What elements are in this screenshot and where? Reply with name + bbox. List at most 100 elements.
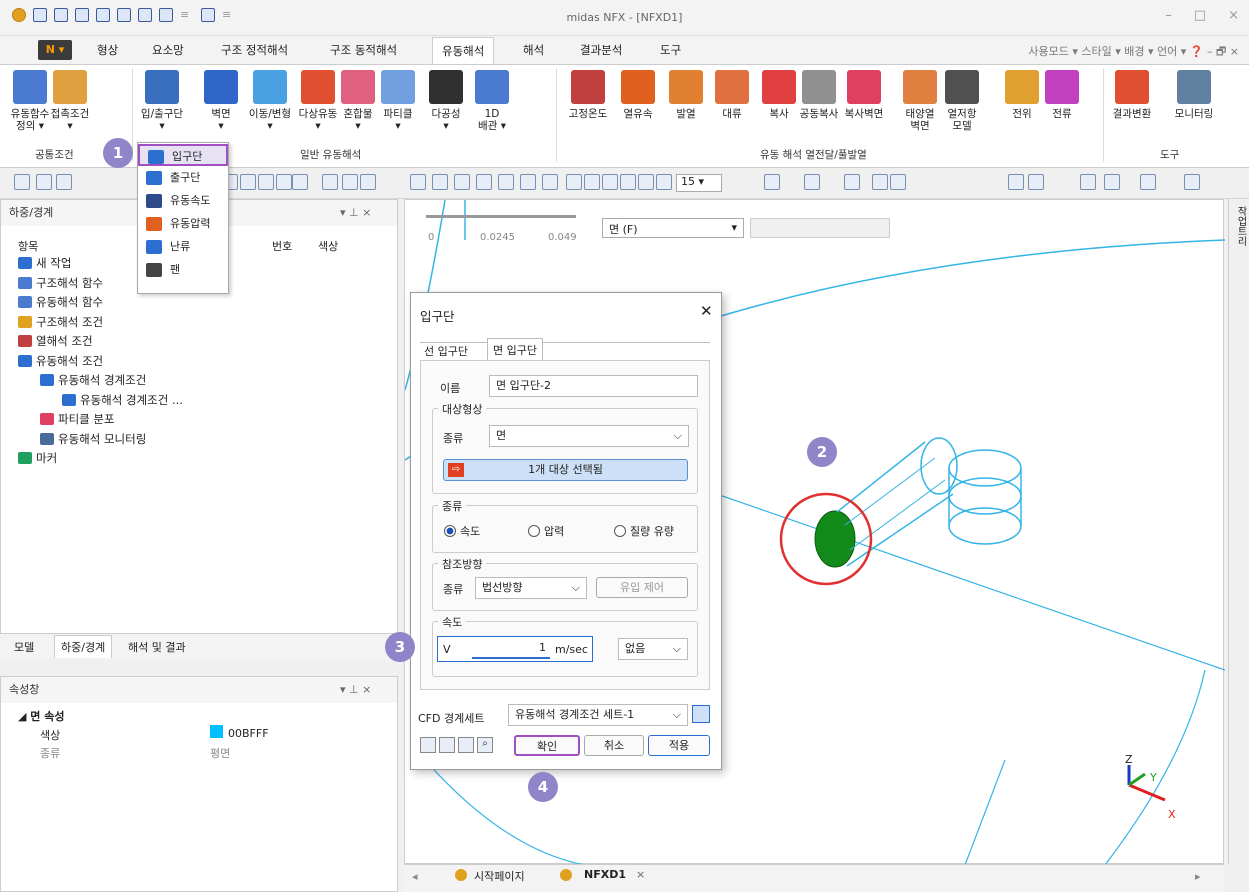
menu-right-options[interactable]: 사용모드 ▾ 스타일 ▾ 배경 ▾ 언어 ▾ ❓ – 🗗 × bbox=[1028, 43, 1239, 62]
tab-start-page[interactable]: 시작페이지 bbox=[474, 868, 525, 884]
velocity-function-select[interactable]: 없음 ⌵ bbox=[618, 638, 688, 660]
search-icon[interactable]: ⌕ bbox=[477, 737, 493, 753]
toolbar-tool-icon[interactable] bbox=[14, 174, 30, 190]
toolbar-tool-icon[interactable] bbox=[890, 174, 906, 190]
dropdown-item[interactable]: 팬 bbox=[138, 259, 228, 281]
velocity-input[interactable]: 1 bbox=[472, 641, 550, 659]
toolbar-tool-icon[interactable] bbox=[498, 174, 514, 190]
tree-item[interactable]: 열해석 조건 bbox=[18, 333, 93, 349]
select-target-button[interactable]: ⇨ 1개 대상 선택됨 bbox=[443, 459, 688, 481]
ribbon-button-20[interactable]: 전류 bbox=[1040, 70, 1084, 120]
tab-load-boundary[interactable]: 하중/경계 bbox=[54, 635, 113, 658]
ref-direction-select[interactable]: 법선방향 ⌵ bbox=[475, 577, 587, 599]
ribbon-button-17[interactable]: 태양열 벽면 bbox=[898, 70, 942, 132]
ribbon-button-9[interactable]: 1D 배관 ▾ bbox=[470, 70, 514, 132]
ribbon-button-11[interactable]: 열유속 bbox=[616, 70, 660, 120]
toolbar-tool-icon[interactable] bbox=[476, 174, 492, 190]
toolbar-tool-icon[interactable] bbox=[1140, 174, 1156, 190]
toolbar-tool-icon[interactable] bbox=[454, 174, 470, 190]
toolbar-tool-icon[interactable] bbox=[56, 174, 72, 190]
cfd-set-select[interactable]: 유동해석 경계조건 세트-1 ⌵ bbox=[508, 704, 688, 726]
tree-item[interactable]: 유동해석 경계조건 bbox=[40, 372, 146, 388]
ribbon-button-16[interactable]: 복사벽면 bbox=[842, 70, 886, 120]
ribbon-button-0[interactable]: 유동함수 정의 ▾ bbox=[8, 70, 52, 132]
toolbar-tool-icon[interactable] bbox=[520, 174, 536, 190]
tree-item[interactable]: 유동해석 경계조건 ... bbox=[62, 392, 183, 408]
ribbon-button-15[interactable]: 공동복사 bbox=[797, 70, 841, 120]
ribbon-button-12[interactable]: 발열 bbox=[664, 70, 708, 120]
tab-doc[interactable]: NFXD1 bbox=[584, 868, 626, 881]
tab-results[interactable]: 결과분석 bbox=[580, 42, 622, 58]
toolbar-tool-icon[interactable] bbox=[292, 174, 308, 190]
shape-type-select[interactable]: 면 ⌵ bbox=[489, 425, 689, 447]
tab-analysis-results[interactable]: 해석 및 결과 bbox=[128, 639, 186, 655]
ok-button[interactable]: 확인 bbox=[514, 735, 580, 756]
tab-face-inlet[interactable]: 면 입구단 bbox=[487, 338, 543, 362]
toolbar-tool-icon[interactable] bbox=[566, 174, 582, 190]
toolbar-tool-icon[interactable] bbox=[240, 174, 256, 190]
ribbon-button-21[interactable]: 결과변환 bbox=[1110, 70, 1154, 120]
cancel-button[interactable]: 취소 bbox=[584, 735, 644, 756]
toolbar-tool-icon[interactable] bbox=[276, 174, 292, 190]
filter-dropdown[interactable] bbox=[750, 218, 890, 238]
toolbar-tool-icon[interactable] bbox=[804, 174, 820, 190]
tree-item[interactable]: 구조해석 조건 bbox=[18, 314, 103, 330]
dialog-close-button[interactable]: ✕ bbox=[700, 302, 713, 320]
tab-model[interactable]: 모델 bbox=[14, 639, 34, 655]
tab-mesh[interactable]: 요소망 bbox=[152, 42, 184, 58]
toolbar-tool-icon[interactable] bbox=[620, 174, 636, 190]
ribbon-button-1[interactable]: 접촉조건 ▾ bbox=[48, 70, 92, 132]
toolbar-tool-icon[interactable] bbox=[258, 174, 274, 190]
inflow-control-button[interactable]: 유입 제어 bbox=[596, 577, 688, 598]
ribbon-button-8[interactable]: 다공성 ▾ bbox=[424, 70, 468, 132]
tree-item[interactable]: 유동해석 조건 bbox=[18, 353, 103, 369]
work-tree-side-tab[interactable]: 작업트리 bbox=[1232, 206, 1246, 246]
dropdown-item[interactable]: 유동압력 bbox=[138, 213, 228, 235]
close-button[interactable]: × bbox=[1228, 8, 1239, 23]
ribbon-button-14[interactable]: 복사 bbox=[757, 70, 801, 120]
select-mode-dropdown[interactable]: 면 (F) ▾ bbox=[602, 218, 744, 238]
tab-static[interactable]: 구조 정적해석 bbox=[221, 42, 288, 58]
panel-pin-icon[interactable]: ▾ ⊥ × bbox=[340, 206, 371, 219]
tree-item[interactable]: 유동해석 함수 bbox=[18, 294, 103, 310]
zoom-step-select[interactable]: 15 ▾ bbox=[676, 174, 722, 192]
toolbar-tool-icon[interactable] bbox=[322, 174, 338, 190]
ribbon-button-7[interactable]: 파티클 ▾ bbox=[376, 70, 420, 132]
ribbon-button-19[interactable]: 전위 bbox=[1000, 70, 1044, 120]
tab-cfd[interactable]: 유동해석 bbox=[432, 37, 495, 65]
cfd-icon[interactable] bbox=[458, 737, 474, 753]
toolbar-tool-icon[interactable] bbox=[542, 174, 558, 190]
eraser-icon[interactable] bbox=[439, 737, 455, 753]
tabs-scroll-left[interactable]: ◂ bbox=[412, 870, 418, 883]
ribbon-button-22[interactable]: 모니터링 bbox=[1172, 70, 1216, 120]
toolbar-tool-icon[interactable] bbox=[36, 174, 52, 190]
radio-velocity[interactable]: 속도 bbox=[444, 523, 480, 539]
radio-massflow[interactable]: 질량 유량 bbox=[614, 523, 674, 539]
ribbon-button-4[interactable]: 이동/변형 ▾ bbox=[248, 70, 292, 132]
apply-button[interactable]: 적용 bbox=[648, 735, 710, 756]
ribbon-button-5[interactable]: 다상유동 ▾ bbox=[296, 70, 340, 132]
toolbar-tool-icon[interactable] bbox=[602, 174, 618, 190]
tab-dynamic[interactable]: 구조 동적해석 bbox=[330, 42, 397, 58]
toolbar-tool-icon[interactable] bbox=[638, 174, 654, 190]
toolbar-tool-icon[interactable] bbox=[1008, 174, 1024, 190]
name-input[interactable]: 면 입구단-2 bbox=[489, 375, 698, 397]
tree-item[interactable]: 구조해석 함수 bbox=[18, 275, 103, 291]
minimize-button[interactable]: – bbox=[1165, 8, 1172, 23]
ribbon-button-13[interactable]: 대류 bbox=[710, 70, 754, 120]
toolbar-tool-icon[interactable] bbox=[1028, 174, 1044, 190]
toolbar-tool-icon[interactable] bbox=[584, 174, 600, 190]
cfd-set-edit-icon[interactable] bbox=[692, 705, 710, 723]
tab-analysis[interactable]: 해석 bbox=[523, 42, 544, 58]
toolbar-tool-icon[interactable] bbox=[656, 174, 672, 190]
toolbar-tool-icon[interactable] bbox=[432, 174, 448, 190]
dropdown-item[interactable]: 출구단 bbox=[138, 167, 228, 189]
radio-pressure[interactable]: 압력 bbox=[528, 523, 564, 539]
prop-value-color[interactable]: 00BFFF bbox=[228, 727, 269, 740]
selected-face[interactable] bbox=[814, 510, 856, 568]
tree-item[interactable]: 마커 bbox=[18, 450, 57, 466]
table-icon[interactable] bbox=[420, 737, 436, 753]
toolbar-tool-icon[interactable] bbox=[872, 174, 888, 190]
ribbon-button-3[interactable]: 벽면 ▾ bbox=[199, 70, 243, 132]
ribbon-button-2[interactable]: 입/출구단 ▾ bbox=[140, 70, 184, 132]
